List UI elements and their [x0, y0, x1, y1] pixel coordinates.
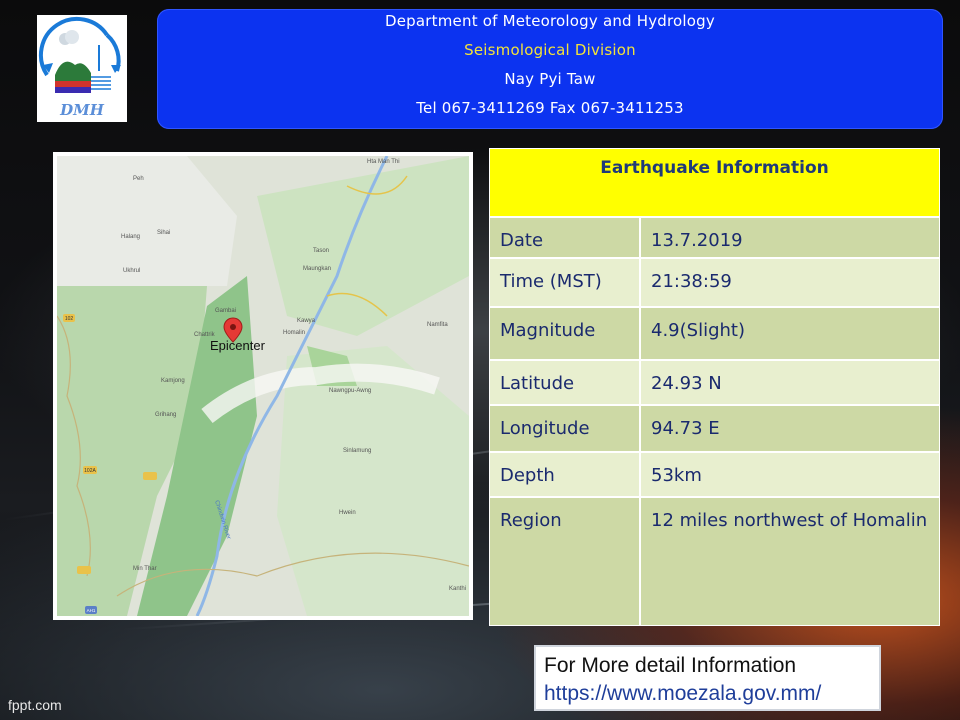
table-row: Longitude 94.73 E	[490, 406, 939, 451]
svg-text:Kawya: Kawya	[297, 318, 316, 324]
svg-text:Namfita: Namfita	[427, 322, 448, 328]
svg-text:Hwein: Hwein	[339, 510, 356, 516]
table-title: Earthquake Information	[490, 149, 939, 216]
row-value: 24.93 N	[641, 361, 939, 404]
row-value: 21:38:59	[641, 259, 939, 306]
epicenter-map: Peh Halang Sihai Ukhrul Gambai Chattrik …	[53, 152, 473, 620]
map-image: Peh Halang Sihai Ukhrul Gambai Chattrik …	[57, 156, 469, 616]
table-row: Latitude 24.93 N	[490, 361, 939, 404]
svg-text:Ukhrul: Ukhrul	[123, 268, 140, 274]
watermark: fppt.com	[8, 697, 62, 713]
svg-text:AH1: AH1	[87, 608, 96, 613]
contact-numbers: Tel 067-3411269 Fax 067-3411253	[416, 99, 684, 117]
svg-text:Homalin: Homalin	[283, 330, 305, 336]
row-key: Latitude	[490, 361, 639, 404]
svg-text:102: 102	[65, 316, 74, 322]
table-row: Depth 53km	[490, 453, 939, 496]
row-value: 4.9(Slight)	[641, 308, 939, 359]
more-info-label: For More detail Information	[544, 654, 797, 677]
svg-text:Maungkan: Maungkan	[303, 266, 331, 272]
svg-text:Hta Man Thi: Hta Man Thi	[367, 159, 400, 165]
svg-text:Nawngpu-Awng: Nawngpu-Awng	[329, 388, 371, 394]
row-key: Date	[490, 218, 639, 257]
svg-text:Gambai: Gambai	[215, 308, 236, 314]
row-value: 53km	[641, 453, 939, 496]
svg-text:Grihang: Grihang	[155, 412, 176, 418]
row-value: 13.7.2019	[641, 218, 939, 257]
svg-text:Kanthi: Kanthi	[449, 586, 466, 592]
department-name: Department of Meteorology and Hydrology	[385, 12, 715, 30]
row-key: Region	[490, 498, 639, 625]
city-name: Nay Pyi Taw	[504, 70, 596, 88]
svg-text:Sinlamung: Sinlamung	[343, 448, 371, 454]
svg-text:DMH: DMH	[59, 101, 105, 119]
svg-text:Kamjong: Kamjong	[161, 378, 185, 384]
division-name: Seismological Division	[464, 41, 636, 59]
svg-text:Sihai: Sihai	[157, 230, 170, 236]
table-row: Time (MST) 21:38:59	[490, 259, 939, 306]
dmh-logo: DMH	[37, 15, 127, 122]
row-key: Magnitude	[490, 308, 639, 359]
table-row: Magnitude 4.9(Slight)	[490, 308, 939, 359]
row-value: 94.73 E	[641, 406, 939, 451]
header-banner: Department of Meteorology and Hydrology …	[157, 9, 943, 129]
earthquake-info-table: Earthquake Information Date 13.7.2019 Ti…	[489, 148, 940, 626]
svg-text:Peh: Peh	[133, 176, 144, 182]
svg-text:Tason: Tason	[313, 248, 329, 254]
slide: DMH Department of Meteorology and Hydrol…	[0, 0, 960, 720]
row-value: 12 miles northwest of Homalin	[641, 498, 939, 625]
epicenter-label: Epicenter	[210, 338, 265, 353]
website-link[interactable]: https://www.moezala.gov.mm/	[544, 680, 879, 708]
row-key: Longitude	[490, 406, 639, 451]
table-row: Date 13.7.2019	[490, 218, 939, 257]
row-key: Time (MST)	[490, 259, 639, 306]
row-key: Depth	[490, 453, 639, 496]
svg-text:102A: 102A	[84, 468, 96, 474]
svg-text:Halang: Halang	[121, 234, 140, 240]
dmh-logo-icon: DMH	[38, 16, 121, 119]
more-info-box: For More detail Information https://www.…	[534, 645, 881, 711]
svg-text:Min Thar: Min Thar	[133, 566, 157, 572]
table-row: Region 12 miles northwest of Homalin	[490, 498, 939, 625]
